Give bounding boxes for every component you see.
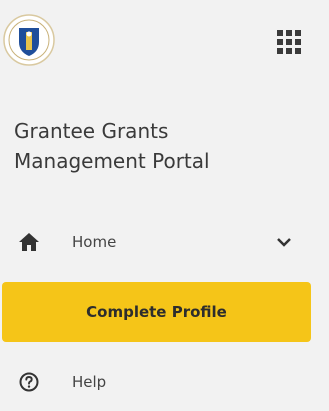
chevron-down-icon[interactable] xyxy=(276,234,292,250)
complete-profile-button[interactable]: Complete Profile xyxy=(2,282,311,342)
portal-title: Grantee Grants Management Portal xyxy=(14,116,314,176)
portal-title-line2: Management Portal xyxy=(14,149,210,173)
complete-profile-label: Complete Profile xyxy=(86,303,227,321)
nav-item-help[interactable]: Help xyxy=(0,362,329,402)
nav-item-home[interactable]: Home xyxy=(0,222,329,262)
nav-help-label: Help xyxy=(72,373,107,391)
question-circle-icon xyxy=(18,371,40,393)
state-seal-icon[interactable] xyxy=(3,14,55,66)
nav-home-label: Home xyxy=(72,233,117,251)
portal-title-line1: Grantee Grants xyxy=(14,119,169,143)
grid-apps-icon[interactable] xyxy=(276,29,302,55)
home-icon xyxy=(18,231,40,253)
